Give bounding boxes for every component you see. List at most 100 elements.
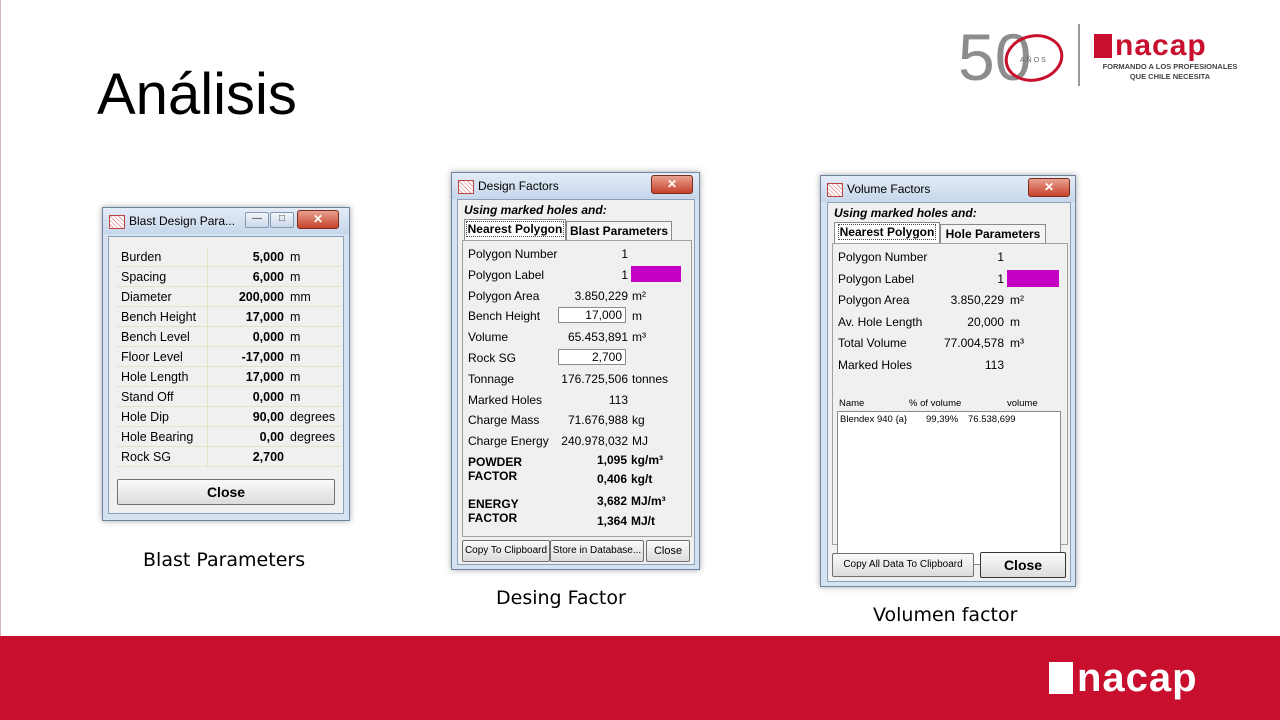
energy-factor-u1: MJ/m³ [631, 494, 666, 508]
volume-table-header: Name % of volume volume [837, 398, 1061, 410]
volume-row-unit: m² [1010, 293, 1024, 308]
blast-window-titlebar[interactable]: Blast Design Para... — □ ✕ [103, 208, 349, 234]
design-row-unit: m³ [632, 330, 646, 345]
volume-row-label: Total Volume [838, 336, 907, 351]
table-row: Bench Height 17,000 m [117, 306, 341, 327]
app-icon [827, 183, 843, 197]
app-icon [109, 215, 125, 229]
energy-factor-v1: 3,682 [596, 494, 627, 508]
tab-nearest-polygon[interactable]: Nearest Polygon [834, 222, 940, 243]
param-unit: m [290, 247, 341, 267]
param-unit: degrees [290, 406, 341, 427]
param-value: 17,000 [207, 366, 290, 387]
design-row-label: Polygon Number [468, 247, 558, 261]
design-close-button[interactable]: Close [646, 540, 690, 562]
table-row: Floor Level -17,000 m [117, 346, 341, 367]
design-row-input[interactable]: 17,000 [558, 307, 626, 324]
volume-row-label: Polygon Label [838, 271, 915, 286]
close-icon[interactable]: ✕ [1028, 178, 1070, 197]
table-row: Hole Bearing 0,00 degrees [117, 426, 341, 447]
volume-row: Av. Hole Length 20,000 m [838, 315, 1063, 331]
design-panel: Using marked holes and: Nearest Polygon … [457, 199, 695, 565]
param-unit: mm [290, 286, 341, 307]
polygon-color-swatch [631, 265, 681, 282]
design-row: Rock SG 2,700 [468, 349, 688, 367]
polygon-color-swatch [1007, 269, 1059, 287]
volume-row-label: Polygon Area [838, 293, 910, 308]
volume-row-label: Av. Hole Length [838, 314, 923, 329]
tab-nearest-polygon[interactable]: Nearest Polygon [464, 219, 566, 240]
tab-hole-parameters[interactable]: Hole Parameters [940, 224, 1046, 243]
design-row: Charge Energy 240.978,032 MJ [468, 434, 688, 450]
design-row-label: Tonnage [468, 371, 515, 386]
caption-volume: Volumen factor [873, 604, 1018, 626]
param-unit: m [290, 266, 341, 287]
powder-factor-u2: kg/t [631, 472, 653, 486]
design-window-title: Design Factors [478, 179, 559, 193]
volume-row-value: 77.004,578 [943, 336, 1004, 351]
blast-design-window: Blast Design Para... — □ ✕ Burden 5,000 m S… [102, 207, 350, 521]
design-row-value: 71.676,988 [567, 413, 628, 428]
volume-row: Polygon Area 3.850,229 m² [838, 293, 1063, 309]
design-row: Volume 65.453,891 m³ [468, 330, 688, 346]
powder-factor-u1: kg/m³ [631, 453, 664, 467]
param-value: 0,000 [207, 386, 290, 407]
col-pct-volume[interactable]: % of volume [909, 398, 961, 409]
design-row-value: 113 [608, 392, 628, 407]
param-unit: m [290, 346, 341, 367]
volume-window-titlebar[interactable]: Volume Factors ✕ [821, 176, 1075, 202]
design-window-titlebar[interactable]: Design Factors ✕ [452, 173, 699, 199]
param-label: Spacing [117, 266, 208, 287]
volume-tab-body: Polygon Number 1 Polygon Label 1 Polygon Are… [832, 243, 1068, 565]
caption-design: Desing Factor [496, 587, 626, 609]
design-row: Charge Mass 71.676,988 kg [468, 413, 688, 429]
blast-params-table: Burden 5,000 m Spacing 6,000 m Diameter 200,000… [117, 247, 341, 467]
close-button[interactable]: Close [117, 479, 335, 505]
inacap-tagline-1: FORMANDO A LOS PROFESIONALES [1102, 62, 1238, 71]
volume-row-value: 20,000 [967, 314, 1004, 329]
param-label: Bench Level [117, 326, 208, 347]
design-row-input[interactable]: 2,700 [558, 349, 626, 365]
volume-row-value: 113 [984, 358, 1004, 372]
copy-to-clipboard-button[interactable]: Copy To Clipboard [462, 540, 550, 562]
fifty-years-sub: AÑOS [1020, 55, 1048, 64]
design-row: Polygon Area 3.850,229 m² [468, 289, 688, 305]
minimize-icon[interactable]: — [245, 212, 269, 228]
store-in-database-button[interactable]: Store in Database... [550, 540, 644, 562]
volume-list[interactable]: Blendex 940 {a} 99,39% 76.538,699 [837, 411, 1061, 565]
volume-row-label: Polygon Number [838, 250, 928, 264]
copy-all-data-button[interactable]: Copy All Data To Clipboard [832, 553, 974, 577]
design-row: Marked Holes 113 [468, 393, 688, 409]
param-value: -17,000 [207, 346, 290, 367]
energy-factor-label: ENERGY FACTOR [468, 497, 519, 525]
col-name[interactable]: Name [839, 398, 864, 409]
volume-row-value: 1 [997, 250, 1004, 264]
col-volume[interactable]: volume [1007, 398, 1038, 409]
tab-blast-parameters[interactable]: Blast Parameters [566, 221, 672, 240]
volume-factors-window: Volume Factors ✕ Using marked holes and:… [820, 175, 1076, 587]
fifty-years-logo: 50 AÑOS [958, 22, 1064, 88]
design-row-value: 176.725,506 [561, 371, 628, 386]
design-row-label: Charge Mass [468, 413, 540, 428]
param-value: 0,00 [207, 426, 290, 447]
design-row-label: Marked Holes [468, 392, 543, 407]
volume-row-label: Marked Holes [838, 358, 913, 372]
design-row-value: 240.978,032 [561, 434, 628, 449]
close-icon[interactable]: ✕ [651, 175, 693, 194]
footer-inacap-logo: nacap [1049, 658, 1198, 698]
param-unit: m [290, 306, 341, 327]
param-value: 6,000 [207, 266, 290, 287]
param-label: Burden [117, 247, 208, 267]
design-row: Polygon Label 1 [468, 265, 688, 284]
close-icon[interactable]: ✕ [297, 210, 339, 229]
volume-row: Total Volume 77.004,578 m³ [838, 336, 1063, 352]
inacap-wordmark: nacap [1115, 29, 1207, 62]
volume-close-button[interactable]: Close [980, 552, 1066, 578]
param-value: 90,00 [207, 406, 290, 427]
param-label: Rock SG [117, 446, 208, 467]
powder-factor-label: POWDER FACTOR [468, 455, 522, 483]
design-row-unit: tonnes [632, 371, 669, 386]
maximize-icon[interactable]: □ [270, 212, 294, 228]
param-value: 17,000 [207, 306, 290, 327]
param-unit: m [290, 366, 341, 387]
